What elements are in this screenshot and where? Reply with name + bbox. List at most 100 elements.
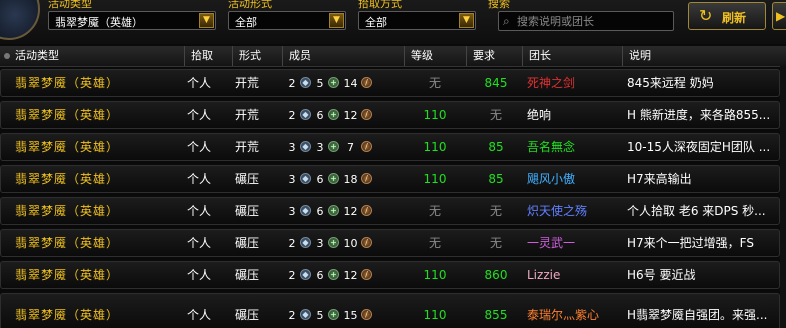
dps-count: 7 (347, 141, 354, 154)
group-row[interactable]: 翡翠梦魇（英雄） 个人 碾压 2 ◆ 6 +12/ 110 860 Lizzie H6… (0, 261, 780, 289)
next-arrow-button[interactable]: ▶ (772, 2, 786, 30)
activity-type-value: 翡翠梦魇（英雄） (55, 16, 143, 29)
level-cell: 110 (423, 308, 447, 322)
description-cell: H7来高输出 (627, 172, 692, 186)
scrollbar[interactable] (780, 66, 786, 328)
dps-count: 12 (343, 205, 358, 218)
group-row[interactable]: 翡翠梦魇（英雄） 个人 开荒 3 ◆ 3 +7 / 110 85 吾名無念 10-15人… (0, 133, 780, 161)
healer-count: 6 (316, 205, 324, 218)
members-cell: 2 ◆ 6 +12/ (287, 102, 397, 128)
leader-cell: 炽天使之殇 (527, 204, 588, 218)
chevron-down-icon[interactable]: ▼ (199, 13, 214, 28)
activity-type-dropdown[interactable]: 翡翠梦魇（英雄） ▼ (48, 11, 216, 30)
group-row[interactable]: 翡翠梦魇（英雄） 个人 碾压 3 ◆ 6 +18/ 110 85 飓风小傲 H7来高输… (0, 165, 780, 193)
requirement-cell: 845 (484, 76, 508, 90)
bullet-icon (4, 52, 10, 59)
col-description[interactable]: 说明 (622, 46, 786, 66)
chevron-down-icon[interactable]: ▼ (459, 13, 474, 28)
loot-cell: 个人 (187, 172, 212, 186)
col-requirement[interactable]: 要求 (466, 46, 522, 66)
chevron-right-icon: ▶ (776, 9, 786, 23)
col-leader[interactable]: 团长 (522, 46, 622, 66)
tank-role-icon: ◆ (300, 269, 311, 280)
col-loot[interactable]: 拾取 (184, 46, 232, 66)
loot-method-value: 全部 (365, 16, 387, 29)
activity-form-dropdown[interactable]: 全部 ▼ (228, 11, 346, 30)
tank-count: 3 (288, 173, 296, 186)
description-cell: 个人拾取 老6 来DPS 秒... (627, 204, 766, 218)
form-cell: 碾压 (235, 236, 260, 250)
col-form[interactable]: 形式 (232, 46, 282, 66)
search-input[interactable] (517, 13, 667, 29)
loot-cell: 个人 (187, 268, 212, 282)
dps-role-icon: / (361, 237, 372, 248)
col-activity-type[interactable]: 活动类型 (0, 46, 184, 66)
loot-method-label: 拾取方式 (358, 0, 402, 10)
tank-count: 2 (288, 309, 296, 322)
level-cell: 110 (423, 108, 447, 122)
leader-cell: 一灵武一 (527, 236, 576, 250)
loot-cell: 个人 (187, 76, 212, 90)
members-cell: 2 ◆ 6 +12/ (287, 262, 397, 288)
healer-count: 6 (316, 269, 324, 282)
refresh-label: 刷新 (722, 11, 747, 25)
tank-count: 2 (288, 269, 296, 282)
refresh-button[interactable]: ↻ 刷新 (688, 2, 766, 30)
healer-role-icon: + (328, 309, 339, 320)
dps-role-icon: / (361, 141, 372, 152)
tank-count: 2 (288, 109, 296, 122)
search-box[interactable]: ⌕ (498, 11, 674, 31)
activity-type-cell: 翡翠梦魇（英雄） (15, 204, 120, 218)
healer-role-icon: + (328, 141, 339, 152)
leader-cell: 泰瑞尔灬紫心 (527, 308, 600, 322)
chevron-down-icon[interactable]: ▼ (329, 13, 344, 28)
members-cell: 3 ◆ 6 +18/ (287, 166, 397, 192)
frame-orb-icon (0, 0, 40, 40)
dps-count: 15 (343, 309, 358, 322)
level-cell: 无 (428, 76, 441, 90)
members-cell: 3 ◆ 3 +7 / (287, 134, 397, 160)
activity-form-value: 全部 (235, 16, 257, 29)
description-cell: H6号 要近战 (627, 268, 696, 282)
group-row[interactable]: 翡翠梦魇（英雄） 个人 碾压 2 ◆ 3 +10/ 无 无 一灵武一 H7来个一把过增… (0, 229, 780, 257)
filter-bar: 活动类型 翡翠梦魇（英雄） ▼ 活动形式 全部 ▼ 拾取方式 全部 ▼ 搜索 ⌕… (0, 0, 786, 44)
activity-type-cell: 翡翠梦魇（英雄） (15, 140, 120, 154)
dps-role-icon: / (361, 269, 372, 280)
loot-method-dropdown[interactable]: 全部 ▼ (358, 11, 476, 30)
description-cell: H 熊新进度，来各路855... (627, 108, 771, 122)
leader-cell: 绝响 (527, 108, 552, 122)
members-cell: 2 ◆ 5 +15/ (287, 302, 397, 328)
loot-cell: 个人 (187, 108, 212, 122)
tank-role-icon: ◆ (300, 205, 311, 216)
tank-count: 3 (288, 205, 296, 218)
leader-cell: 飓风小傲 (527, 172, 576, 186)
tank-role-icon: ◆ (300, 77, 311, 88)
activity-form-label: 活动形式 (228, 0, 272, 10)
col-level[interactable]: 等级 (404, 46, 466, 66)
leader-cell: 吾名無念 (527, 140, 576, 154)
level-cell: 无 (428, 204, 441, 218)
activity-type-cell: 翡翠梦魇（英雄） (15, 308, 120, 322)
requirement-cell: 无 (489, 236, 502, 250)
dps-role-icon: / (361, 109, 372, 120)
form-cell: 开荒 (235, 76, 260, 90)
group-row[interactable]: 翡翠梦魇（英雄） 个人 开荒 2 ◆ 6 +12/ 110 无 绝响 H 熊新进度，来… (0, 101, 780, 129)
group-row[interactable]: 翡翠梦魇（英雄） 个人 开荒 2 ◆ 5 +14/ 无 845 死神之剑 845来远程… (0, 69, 780, 97)
form-cell: 碾压 (235, 268, 260, 282)
form-cell: 开荒 (235, 108, 260, 122)
members-cell: 2 ◆ 5 +14/ (287, 70, 397, 96)
level-cell: 无 (428, 236, 441, 250)
dps-count: 10 (343, 237, 358, 250)
members-cell: 3 ◆ 6 +12/ (287, 198, 397, 224)
leader-cell: 死神之剑 (527, 76, 576, 90)
col-members[interactable]: 成员 (282, 46, 404, 66)
healer-count: 3 (316, 237, 324, 250)
group-row[interactable]: 翡翠梦魇（英雄） 个人 碾压 2 ◆ 5 +15/ 110 855 泰瑞尔灬紫心 H翡… (0, 293, 780, 328)
loot-cell: 个人 (187, 204, 212, 218)
activity-type-cell: 翡翠梦魇（英雄） (15, 268, 120, 282)
form-cell: 开荒 (235, 140, 260, 154)
group-row[interactable]: 翡翠梦魇（英雄） 个人 碾压 3 ◆ 6 +12/ 无 无 炽天使之殇 个人拾取 老6… (0, 197, 780, 225)
healer-count: 5 (316, 309, 324, 322)
form-cell: 碾压 (235, 204, 260, 218)
tank-role-icon: ◆ (300, 109, 311, 120)
